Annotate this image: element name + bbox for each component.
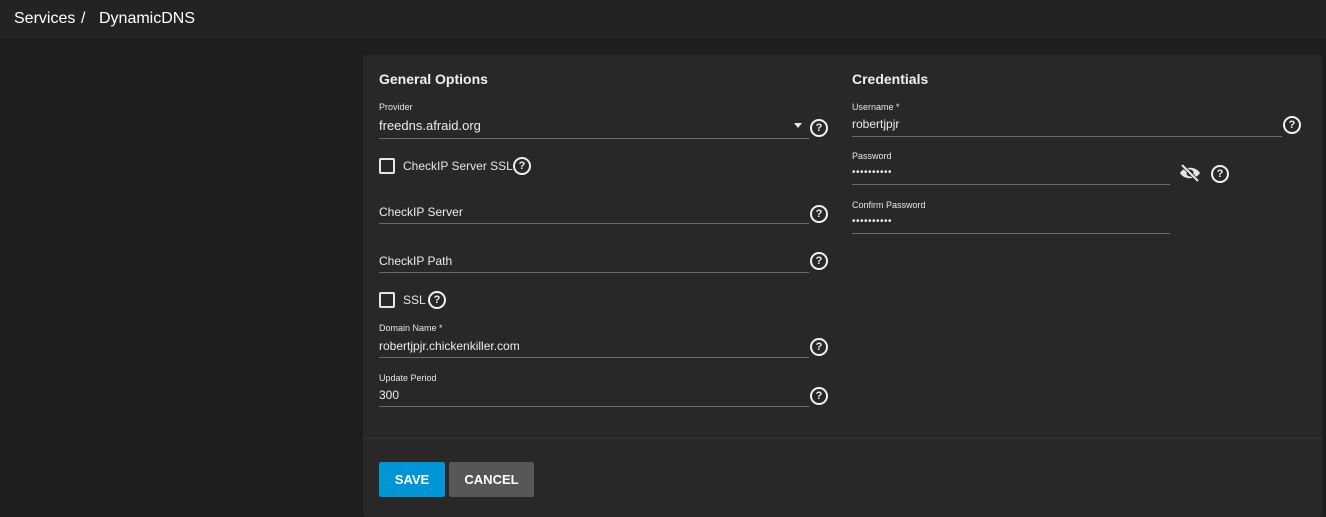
provider-underline xyxy=(379,138,809,139)
provider-select[interactable]: freedns.afraid.org xyxy=(379,118,481,133)
breadcrumb-separator: / xyxy=(81,10,86,27)
help-circle-icon[interactable]: ? xyxy=(428,291,446,309)
breadcrumb-current: DynamicDNS xyxy=(99,10,196,27)
checkip-path-input[interactable]: CheckIP Path xyxy=(379,254,452,268)
checkip-path-underline xyxy=(379,272,809,273)
checkip-server-underline xyxy=(379,223,809,224)
username-label: Username * xyxy=(852,102,900,112)
domain-name-underline xyxy=(379,357,809,358)
save-button[interactable]: SAVE xyxy=(379,462,445,497)
help-circle-icon[interactable]: ? xyxy=(513,157,531,175)
domain-name-input[interactable]: robertjpjr.chickenkiller.com xyxy=(379,339,520,353)
provider-label: Provider xyxy=(379,102,413,112)
ssl-label: SSL xyxy=(403,293,426,307)
confirm-password-underline xyxy=(852,233,1170,234)
password-label: Password xyxy=(852,151,892,161)
update-period-input[interactable]: 300 xyxy=(379,388,399,402)
cancel-button[interactable]: CANCEL xyxy=(449,462,534,497)
domain-name-label: Domain Name * xyxy=(379,323,443,333)
help-circle-icon[interactable]: ? xyxy=(810,338,828,356)
actions-divider xyxy=(363,438,1322,439)
confirm-password-label: Confirm Password xyxy=(852,200,926,210)
checkip-ssl-label: CheckIP Server SSL xyxy=(403,159,513,173)
top-bar: Services / DynamicDNS xyxy=(0,0,1326,38)
help-circle-icon[interactable]: ? xyxy=(810,252,828,270)
dynamic-dns-form-card: General Options Provider freedns.afraid.… xyxy=(363,55,1322,517)
credentials-title: Credentials xyxy=(852,71,929,87)
general-options-title: General Options xyxy=(379,71,488,87)
help-circle-icon[interactable]: ? xyxy=(810,119,828,137)
eye-off-icon[interactable] xyxy=(1178,163,1202,183)
caret-down-icon[interactable] xyxy=(794,123,802,128)
help-circle-icon[interactable]: ? xyxy=(810,387,828,405)
checkip-server-input[interactable]: CheckIP Server xyxy=(379,205,463,219)
username-input[interactable]: robertjpjr xyxy=(852,117,899,131)
password-input[interactable]: •••••••••• xyxy=(852,167,892,178)
help-circle-icon[interactable]: ? xyxy=(810,205,828,223)
username-underline xyxy=(852,136,1282,137)
password-underline xyxy=(852,184,1170,185)
update-period-underline xyxy=(379,406,809,407)
checkip-ssl-checkbox[interactable] xyxy=(379,158,395,174)
help-circle-icon[interactable]: ? xyxy=(1283,116,1301,134)
update-period-label: Update Period xyxy=(379,373,437,383)
breadcrumb-services[interactable]: Services xyxy=(14,10,75,28)
confirm-password-input[interactable]: •••••••••• xyxy=(852,216,892,227)
ssl-checkbox[interactable] xyxy=(379,292,395,308)
help-circle-icon[interactable]: ? xyxy=(1211,165,1229,183)
